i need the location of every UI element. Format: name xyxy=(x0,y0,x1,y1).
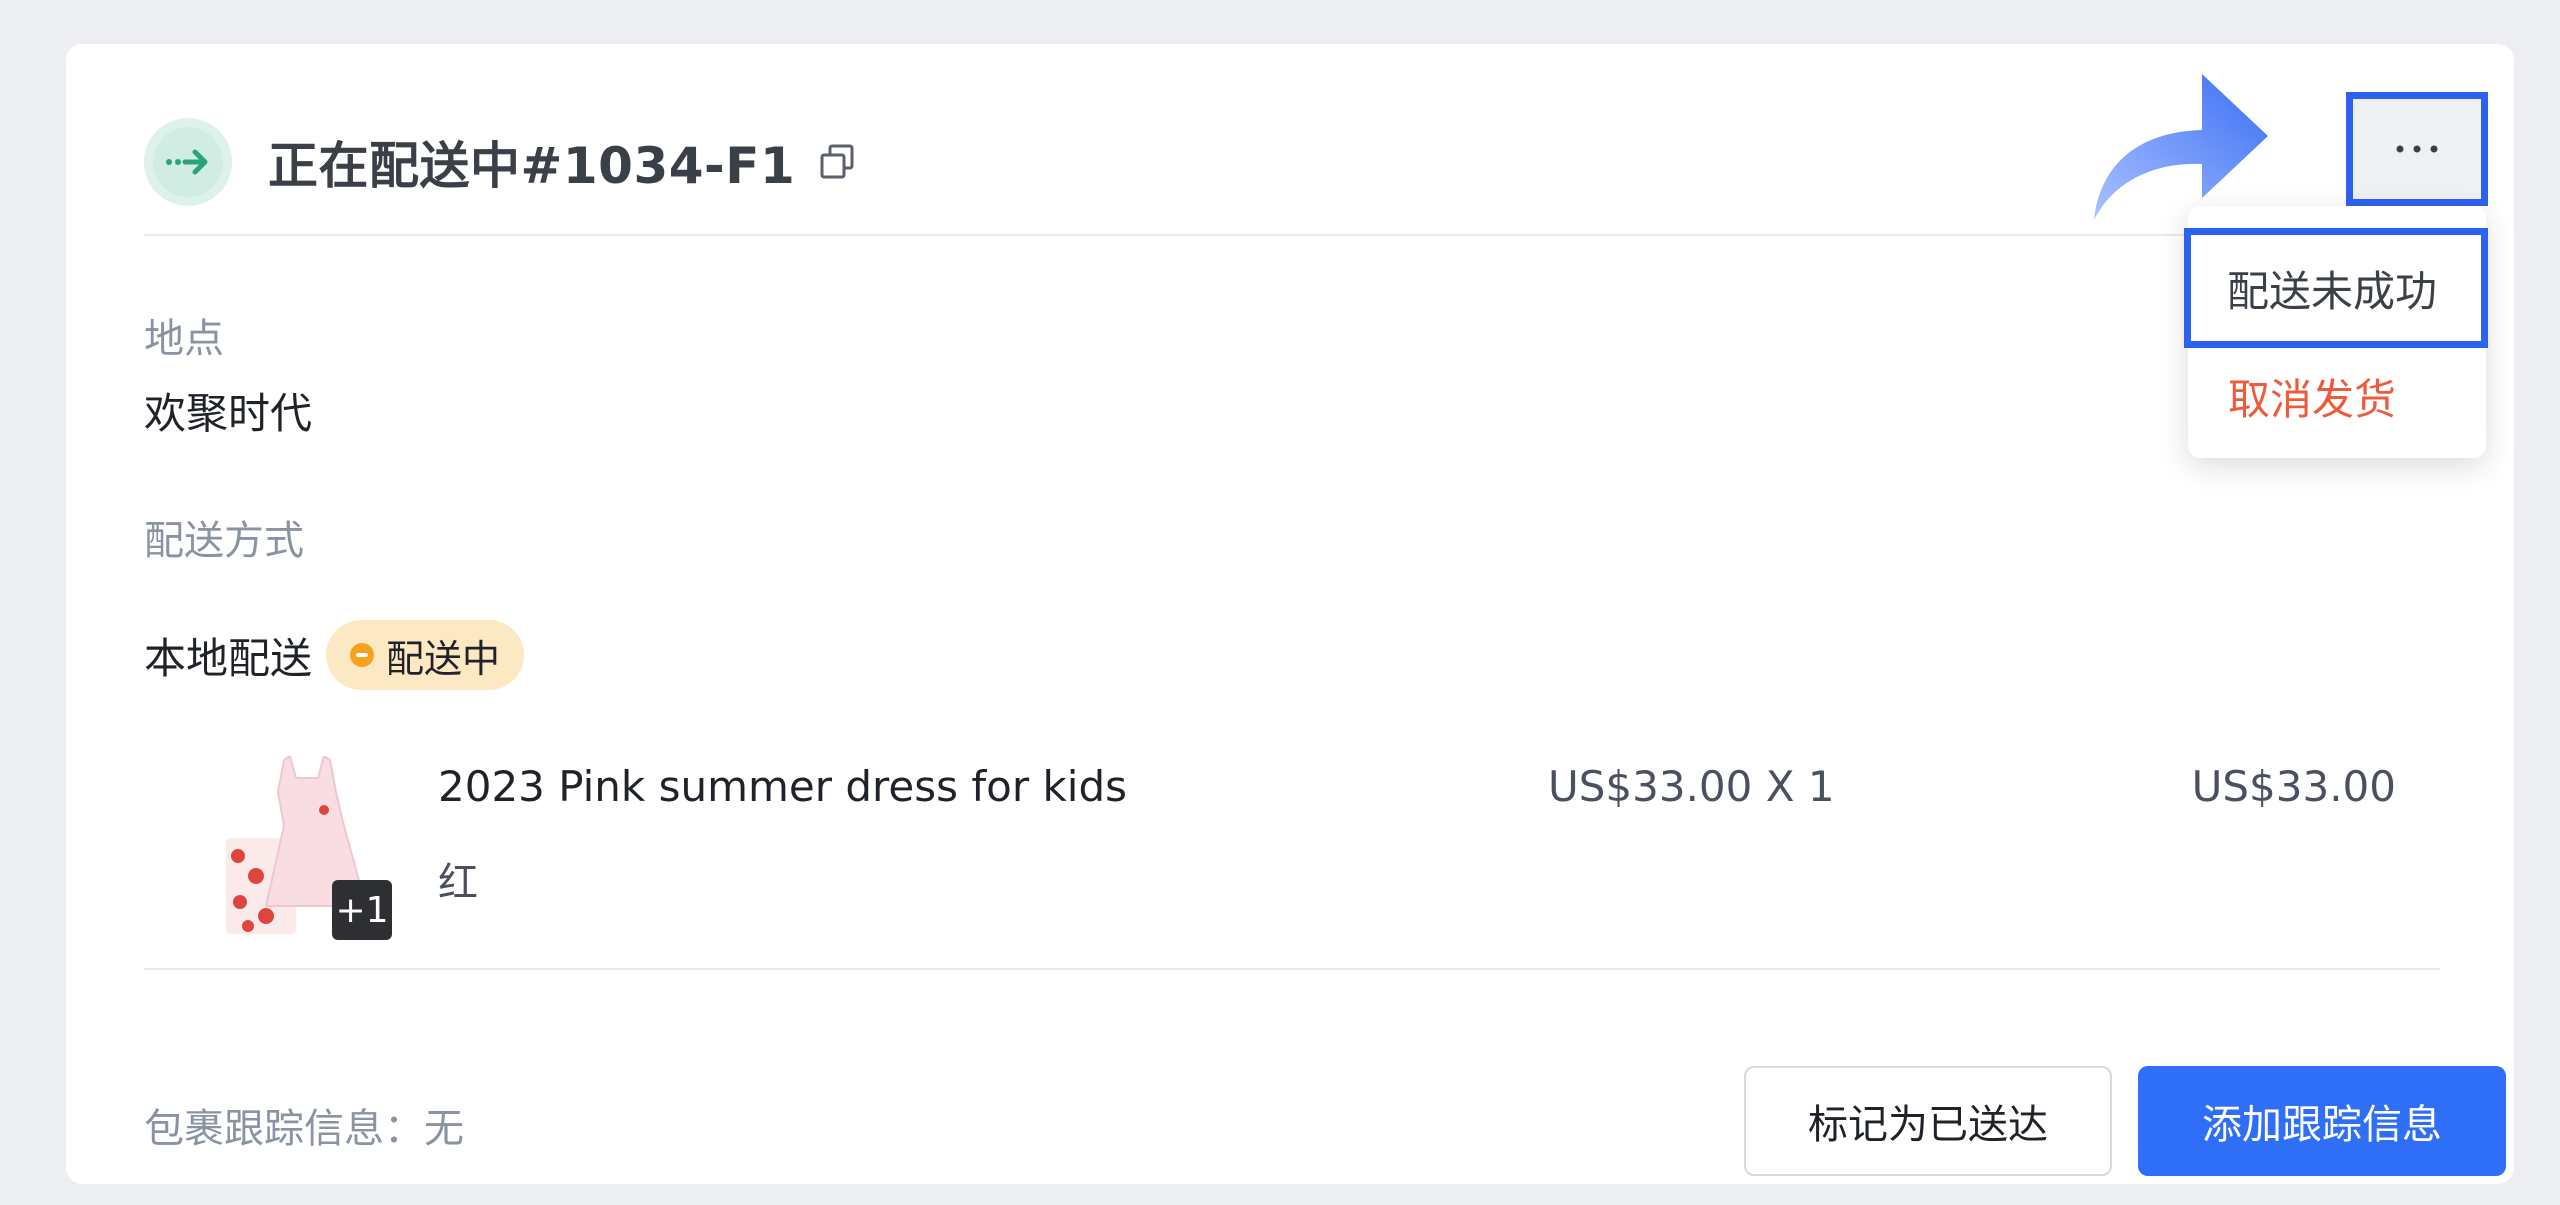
pending-dot-icon xyxy=(350,643,375,667)
tracking-info: 包裹跟踪信息：无 xyxy=(144,1096,464,1154)
menu-item-delivery-failed[interactable]: 配送未成功 xyxy=(2184,228,2488,348)
mark-delivered-button[interactable]: 标记为已送达 xyxy=(1744,1066,2112,1176)
arrow-right-dotted-icon xyxy=(153,127,223,197)
curved-arrow-icon xyxy=(2092,74,2272,224)
more-horizontal-icon xyxy=(2396,145,2438,153)
footer-divider xyxy=(144,968,2440,970)
tracking-value: 无 xyxy=(424,1106,464,1152)
location-value: 欢聚时代 xyxy=(144,389,313,438)
status-badge: 配送中 xyxy=(326,620,525,690)
more-actions-menu: 配送未成功 取消发货 xyxy=(2184,206,2488,458)
delivery-method-row: 本地配送 配送中 xyxy=(144,620,525,690)
order-title: 正在配送中#1034-F1 xyxy=(268,137,796,195)
status-badge-label: 配送中 xyxy=(386,636,501,681)
unit-price: US$33.00 X 1 xyxy=(1548,762,1835,811)
extra-items-count: +1 xyxy=(332,880,392,940)
line-total: US$33.00 xyxy=(2191,762,2396,811)
tracking-label: 包裹跟踪信息： xyxy=(144,1106,424,1152)
more-actions-button[interactable] xyxy=(2346,92,2488,206)
delivery-method-label: 配送方式 xyxy=(144,518,304,564)
location-label: 地点 xyxy=(144,316,224,362)
menu-item-cancel-shipment[interactable]: 取消发货 xyxy=(2188,356,2486,436)
delivery-method-value: 本地配送 xyxy=(144,633,313,683)
copy-icon[interactable] xyxy=(817,142,857,182)
product-name[interactable]: 2023 Pink summer dress for kids xyxy=(438,762,1127,811)
add-tracking-button[interactable]: 添加跟踪信息 xyxy=(2138,1066,2506,1176)
header-divider xyxy=(144,234,2440,236)
delivery-status-icon xyxy=(144,118,232,206)
product-variant: 红 xyxy=(438,860,478,906)
